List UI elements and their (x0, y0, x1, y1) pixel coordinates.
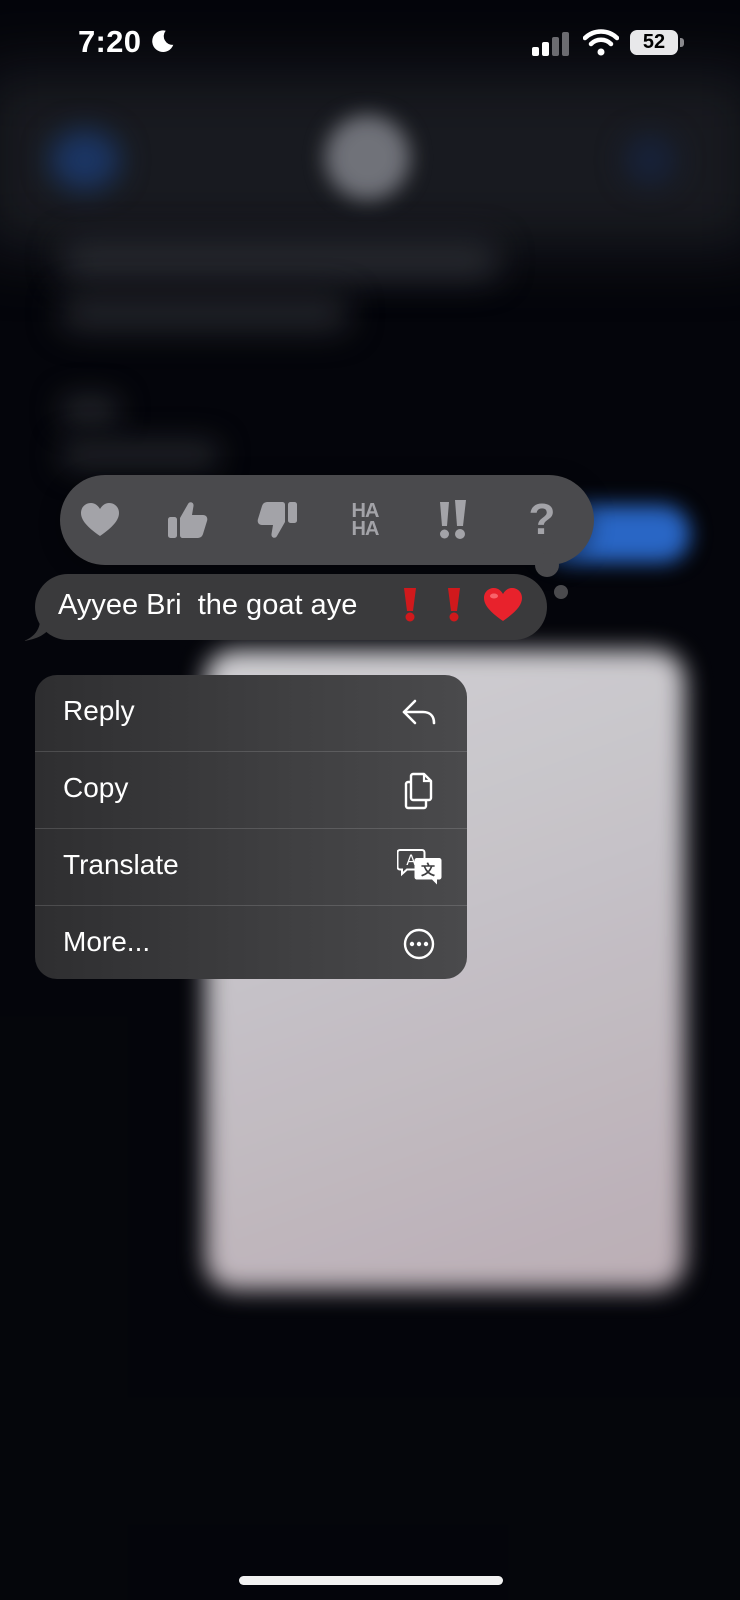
haha-icon: HA HA (351, 501, 380, 540)
wifi-icon (583, 29, 619, 56)
reply-arrow-icon (402, 699, 436, 725)
message-emojis (402, 586, 522, 624)
battery-nub (680, 38, 684, 47)
red-exclamation-emoji (448, 588, 460, 622)
reaction-bar-tail (535, 553, 559, 577)
red-exclamation-emoji (404, 588, 416, 622)
thumbs-down-icon (257, 502, 297, 538)
message-text: Ayyee Bri the goat aye (58, 589, 358, 621)
copy-icon (404, 772, 433, 810)
tapback-reaction-bar: HA HA ? (60, 475, 594, 599)
moon-icon (152, 30, 174, 53)
haha-bottom: HA (351, 518, 380, 540)
heart-icon (81, 503, 119, 536)
menu-item-label: Reply (63, 695, 135, 726)
menu-item-reply[interactable]: Reply (35, 675, 467, 751)
reaction-thumbs-down-button[interactable] (250, 493, 304, 547)
status-time: 7:20 (78, 24, 142, 59)
message-context-menu: Reply Copy Translate A 文 More... (35, 675, 467, 979)
svg-text:文: 文 (421, 862, 436, 879)
battery-indicator: 52 (630, 30, 685, 56)
message-bubble-tail (24, 620, 54, 641)
menu-item-copy[interactable]: Copy (35, 752, 467, 828)
reaction-heart-button[interactable] (73, 493, 127, 547)
reaction-question-button[interactable]: ? (515, 493, 569, 547)
reaction-bar-tail (554, 585, 568, 599)
home-indicator[interactable] (239, 1576, 503, 1585)
menu-item-label: More... (63, 926, 151, 957)
menu-item-label: Translate (63, 849, 179, 880)
reaction-thumbs-up-button[interactable] (161, 493, 215, 547)
status-bar: 7:20 52 (0, 0, 740, 90)
thumbs-up-icon (168, 502, 208, 538)
menu-item-label: Copy (63, 772, 129, 803)
cellular-signal-icon (532, 32, 569, 56)
translate-icon: A 文 (397, 849, 442, 885)
red-heart-emoji (484, 588, 522, 621)
battery-percent: 52 (642, 31, 666, 53)
question-mark-icon: ? (528, 495, 556, 544)
reaction-emphasize-button[interactable] (426, 493, 480, 547)
more-ellipsis-icon (403, 928, 435, 960)
reaction-haha-button[interactable]: HA HA (338, 493, 392, 547)
menu-item-translate[interactable]: Translate A 文 (35, 829, 467, 905)
double-exclamation-icon (440, 500, 466, 539)
menu-item-more[interactable]: More... (35, 906, 467, 979)
